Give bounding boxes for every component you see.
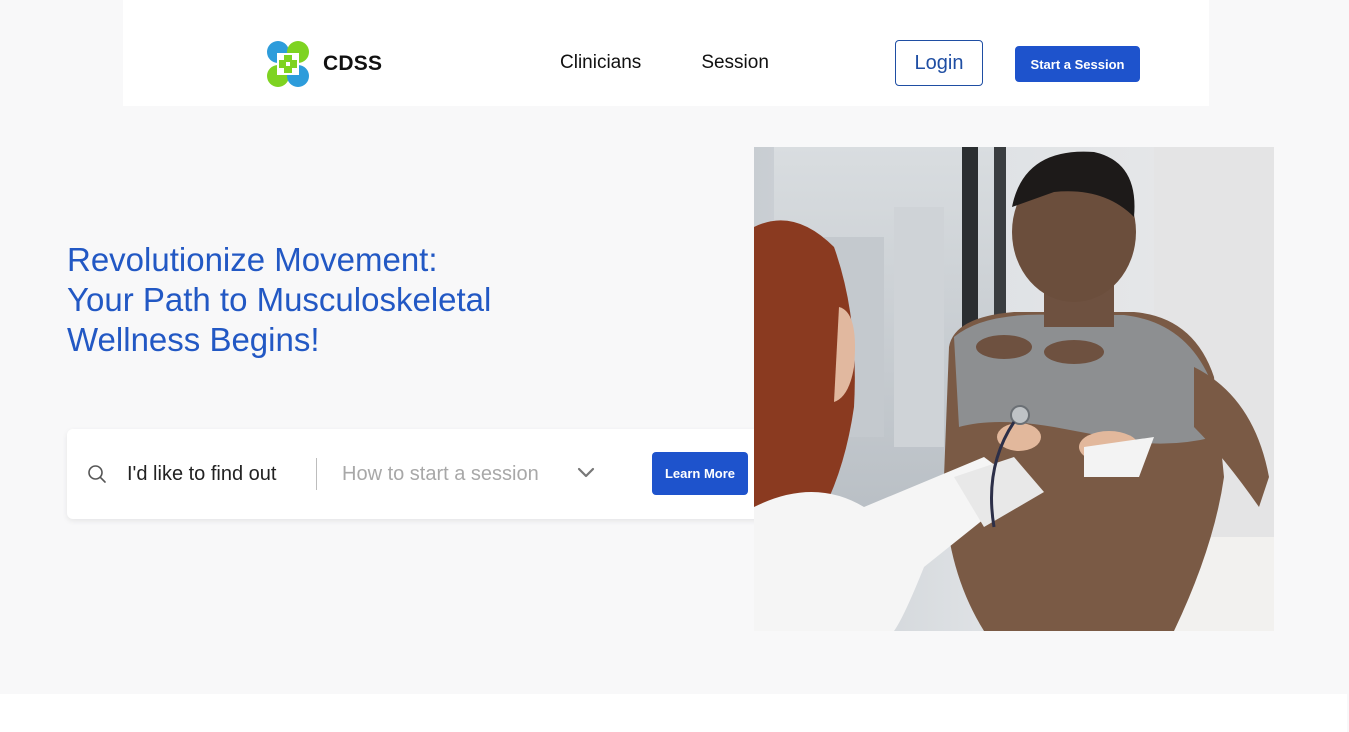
brand-name: CDSS (323, 52, 383, 75)
login-button[interactable]: Login (895, 40, 983, 86)
top-header: CDSS Clinicians Session Login Start a Se… (123, 0, 1209, 106)
brand-logo[interactable]: CDSS (262, 38, 382, 90)
nav-item-clinicians[interactable]: Clinicians (560, 52, 641, 74)
hero-title-line: Your Path to Musculoskeletal (67, 281, 492, 318)
medical-cross-clover-icon (267, 41, 309, 87)
hero-title-line: Wellness Begins! (67, 321, 320, 358)
learn-more-button[interactable]: Learn More (652, 452, 748, 495)
divider (316, 458, 317, 490)
search-label: I'd like to find out (127, 463, 277, 485)
footer-strip (0, 694, 1347, 732)
nav-item-session[interactable]: Session (701, 52, 769, 74)
hero-image (754, 147, 1274, 631)
landing-page: CDSS Clinicians Session Login Start a Se… (0, 0, 1349, 732)
hero-title-line: Revolutionize Movement: (67, 241, 438, 278)
search-icon (88, 465, 106, 483)
hero-title: Revolutionize Movement: Your Path to Mus… (67, 240, 627, 360)
search-card: I'd like to find out How to start a sess… (67, 429, 787, 519)
doctor-examining-patient-image (754, 147, 1274, 631)
topic-select[interactable]: How to start a session (342, 463, 539, 486)
main-nav: Clinicians Session (560, 52, 769, 74)
chevron-down-icon[interactable] (576, 465, 596, 481)
start-session-button[interactable]: Start a Session (1015, 46, 1140, 82)
